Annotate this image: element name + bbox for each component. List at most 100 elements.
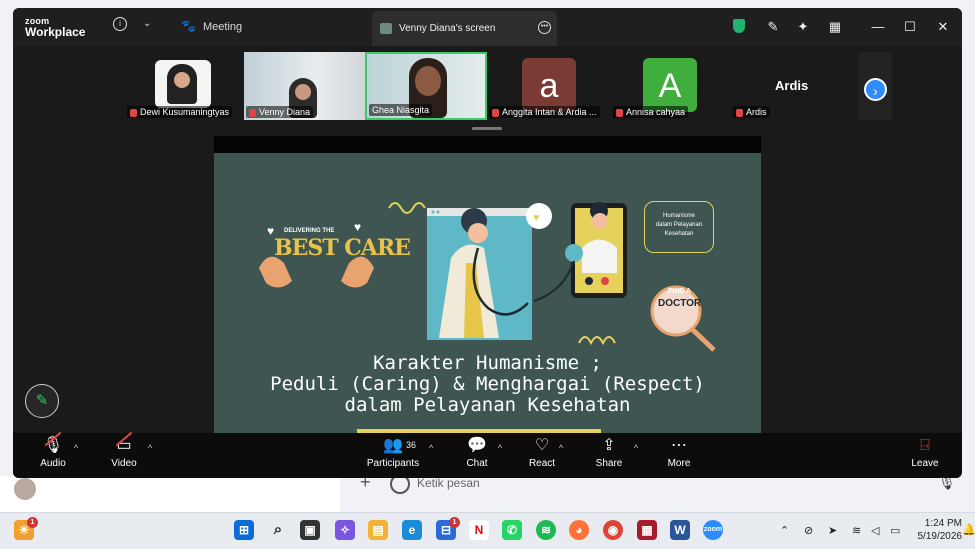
tray-chevron-icon[interactable]: ⌃ [780, 524, 789, 537]
leave-button[interactable]: ⍈ Leave [909, 433, 941, 470]
participants-label: Participants [366, 458, 420, 469]
muted-mic-icon [249, 108, 256, 117]
zoom-app-icon[interactable]: zoom [703, 520, 723, 540]
file-explorer-icon[interactable]: ▤ [368, 520, 388, 540]
participant-name: Dewi Kusumaningtyas [127, 106, 233, 118]
store-badge: 1 [449, 517, 460, 528]
muted-mic-icon [130, 108, 137, 117]
notification-bell-icon[interactable]: 🔔 [962, 523, 975, 536]
participant-name: Anggita Intan & Ardia ... [489, 106, 600, 118]
close-icon[interactable]: ✕ [933, 17, 953, 37]
participant-tile[interactable]: Ardis Ardis [731, 52, 853, 120]
meeting-tab-label[interactable]: Meeting [203, 21, 242, 33]
annotate-pencil-button[interactable]: ✎ [25, 384, 59, 418]
best-care-text: BEST CARE [274, 235, 411, 261]
search-icon[interactable]: ⌕ [268, 520, 288, 540]
wifi-icon[interactable]: ≋ [852, 524, 861, 537]
info-icon[interactable]: i [113, 17, 127, 31]
react-button[interactable]: ♡ React [525, 433, 559, 470]
weather-widget-icon[interactable]: ☀ 1 [14, 517, 38, 540]
audio-label: Audio [40, 458, 66, 469]
screen-thumbnail-icon [380, 23, 392, 34]
leave-label: Leave [911, 458, 939, 469]
system-clock[interactable]: 1:24 PM 5/19/2026 [910, 517, 963, 543]
audio-button[interactable]: 🎙 Audio [35, 431, 71, 470]
view-layout-icon[interactable]: ▦ [825, 17, 845, 37]
participant-tile-active-speaker[interactable]: Ghea Niasgita [365, 52, 487, 120]
participant-tile[interactable]: A Annisa cahyaa [611, 52, 731, 120]
more-button[interactable]: ⋯ More [663, 433, 695, 470]
camera-off-icon[interactable]: ⊘ [804, 524, 813, 537]
more-dots-icon: ⋯ [671, 437, 687, 454]
edge-browser-icon[interactable]: e [402, 520, 422, 540]
participant-avatar: a [522, 58, 576, 112]
start-windows-icon[interactable]: ⊞ [234, 520, 254, 540]
shared-screen-topbar [214, 136, 761, 153]
chrome-icon[interactable]: ◉ [603, 520, 623, 540]
battery-icon[interactable]: ▭ [890, 524, 900, 537]
humanisme-badge: Humanisme dalam Pelayanan Kesehatan [644, 201, 714, 253]
chat-options-chevron-icon[interactable]: ^ [498, 443, 502, 453]
share-options-chevron-icon[interactable]: ^ [634, 443, 638, 453]
whatsapp-icon[interactable]: ✆ [502, 520, 522, 540]
clock-date: 5/19/2026 [917, 531, 963, 542]
netflix-icon[interactable]: N [469, 520, 489, 540]
muted-mic-icon [616, 108, 623, 117]
maximize-icon[interactable]: ☐ [900, 17, 920, 37]
delivering-text: DELIVERING THE [284, 228, 335, 234]
audio-options-chevron-icon[interactable]: ^ [74, 443, 78, 453]
svg-text:♥: ♥ [354, 220, 361, 234]
chevron-down-icon[interactable]: ⌄ [143, 18, 151, 29]
badge-line: Kesehatan [664, 231, 694, 237]
leave-door-icon: ⍈ [920, 437, 930, 454]
copilot-icon[interactable]: ✧ [335, 520, 355, 540]
share-screen-icon: ⇪ [602, 437, 616, 454]
location-icon[interactable]: ➤ [828, 524, 837, 537]
badge-line: dalam Pelayanan [655, 222, 703, 228]
task-view-icon[interactable]: ▣ [300, 520, 320, 540]
chat-avatar[interactable] [14, 478, 36, 500]
firefox-icon[interactable]: ◕ [569, 520, 589, 540]
participants-button[interactable]: 👥 Participants [365, 433, 421, 470]
find-text: FIND A [668, 288, 692, 295]
video-button[interactable]: ▭ Video [106, 431, 142, 470]
volume-icon[interactable]: ◁ [871, 524, 879, 537]
participant-avatar: A [643, 58, 697, 112]
doctor-text: DOCTOR [658, 298, 702, 309]
next-page-chevron-icon[interactable]: › [864, 78, 887, 101]
svg-text:♥: ♥ [533, 212, 540, 224]
share-tab-label: Venny Diana's screen [399, 23, 496, 34]
minimize-icon[interactable]: — [868, 17, 888, 37]
video-label: Video [111, 458, 137, 469]
gallery-resize-handle[interactable] [472, 127, 502, 130]
participants-options-chevron-icon[interactable]: ^ [429, 443, 433, 453]
spotify-icon[interactable]: ≋ [536, 520, 556, 540]
windows-taskbar: ☀ 1 ⊞ ⌕ ▣ ✧ ▤ e ⊟ 1 N ✆ ≋ ◕ ◉ ▦ W zoom ⌃ ⊘… [0, 512, 975, 549]
security-shield-icon[interactable] [733, 19, 745, 33]
slide-title-line-3: dalam Pelayanan Kesehatan [344, 394, 631, 416]
more-options-icon[interactable]: ••• [538, 21, 551, 34]
react-label: React [528, 458, 556, 469]
share-label: Share [595, 458, 623, 469]
chat-bubble-icon: 💬 [467, 437, 487, 454]
muted-mic-icon [492, 108, 499, 117]
share-button[interactable]: ⇪ Share [593, 433, 625, 470]
share-screen-tab[interactable]: Venny Diana's screen ••• [372, 11, 557, 46]
ai-companion-icon[interactable]: ✦ [793, 17, 813, 37]
game-app-icon[interactable]: ▦ [637, 520, 657, 540]
find-doctor-badge: FIND A DOCTOR [658, 286, 701, 310]
microsoft-store-icon[interactable]: ⊟ 1 [436, 517, 460, 540]
video-options-chevron-icon[interactable]: ^ [148, 443, 152, 453]
zoom-logo-workplace: Workplace [25, 25, 86, 39]
chat-button[interactable]: 💬 Chat [462, 433, 492, 470]
participant-tile[interactable]: Dewi Kusumaningtyas [125, 52, 247, 120]
participant-tile[interactable]: a Anggita Intan & Ardia ... [487, 52, 611, 120]
react-options-chevron-icon[interactable]: ^ [559, 443, 563, 453]
mic-muted-icon: 🎙 [35, 431, 71, 457]
participant-tile[interactable]: Venny Diana [244, 52, 365, 120]
chat-label: Chat [466, 458, 488, 469]
word-icon[interactable]: W [670, 520, 690, 540]
message-input[interactable]: Ketik pesan [417, 476, 480, 490]
annotate-pen-icon[interactable]: ✎ [763, 17, 783, 37]
slide-title-line-1: Karakter Humanisme ; [373, 352, 602, 374]
